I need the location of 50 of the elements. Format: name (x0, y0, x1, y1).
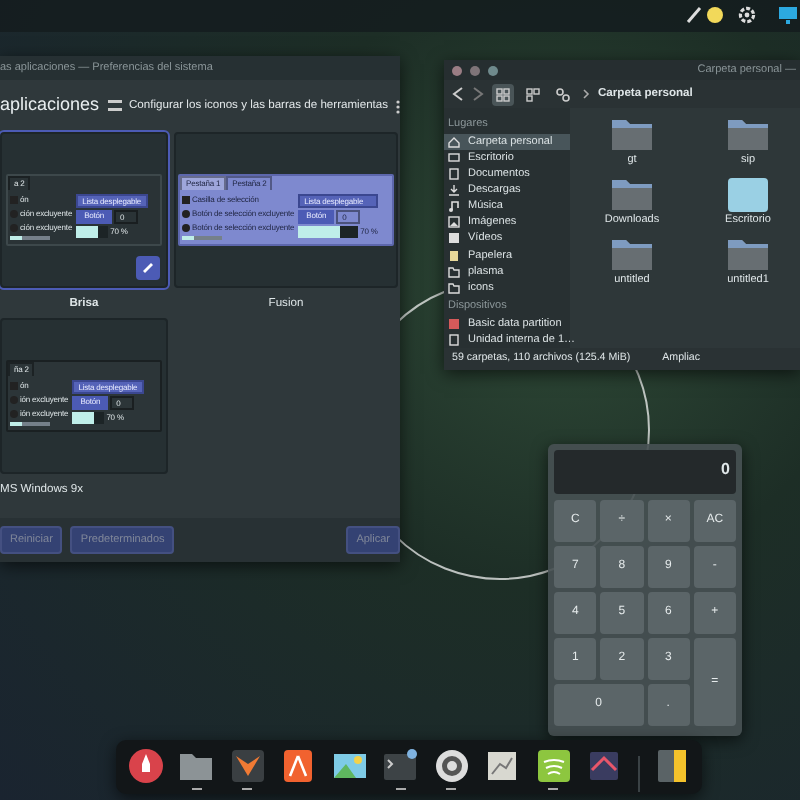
download-icon (448, 184, 460, 197)
back-icon[interactable] (452, 86, 464, 103)
waves-icon (535, 748, 572, 784)
dock-app[interactable] (535, 748, 572, 792)
view-button[interactable] (492, 83, 514, 106)
running-indicator (446, 788, 457, 790)
edit-button[interactable] (136, 256, 160, 280)
view-button[interactable] (522, 83, 544, 106)
chart-icon (484, 748, 521, 784)
fox-icon (229, 748, 266, 784)
pen-icon[interactable] (686, 6, 702, 24)
picture-icon (331, 748, 368, 784)
music-icon (448, 200, 460, 213)
running-indicator (242, 788, 253, 790)
chevron-icon (582, 88, 590, 101)
folder-icon (726, 115, 770, 152)
desktop-folder-icon (726, 176, 770, 213)
folder-icon (178, 748, 215, 784)
calculator-display: 0 (554, 450, 736, 494)
running-indicator (548, 788, 559, 790)
page-heading: aplicaciones (0, 92, 100, 119)
running-indicator (395, 788, 406, 790)
mountain-icon (586, 748, 623, 784)
terminal-icon (382, 748, 419, 784)
triangle-a-icon (280, 748, 317, 784)
dock-app[interactable] (178, 748, 215, 792)
dock-app[interactable] (382, 748, 419, 792)
slider-fill[interactable] (10, 421, 22, 426)
grid-view-icon (526, 87, 540, 102)
folder-icon (610, 115, 654, 152)
split-view-icon (556, 87, 570, 102)
home-icon (448, 135, 460, 148)
toolbar-icon (107, 100, 121, 112)
checkbox[interactable] (182, 196, 190, 204)
grid-view-icon (496, 87, 510, 102)
folder-icon (610, 236, 654, 273)
folder-icon (610, 176, 654, 213)
view-button[interactable] (552, 83, 574, 106)
image-icon (448, 216, 460, 229)
monitor-icon[interactable] (778, 6, 798, 24)
pencil-icon (142, 262, 154, 274)
sun-icon[interactable] (706, 6, 724, 24)
folder-icon (726, 236, 770, 273)
dock-app[interactable] (229, 748, 266, 792)
dock-app[interactable] (433, 748, 470, 792)
rocket-icon (128, 748, 164, 784)
settings-icon[interactable] (738, 6, 756, 24)
running-indicator (191, 788, 202, 790)
calculator-icon (653, 748, 690, 784)
gear-icon (433, 748, 470, 784)
